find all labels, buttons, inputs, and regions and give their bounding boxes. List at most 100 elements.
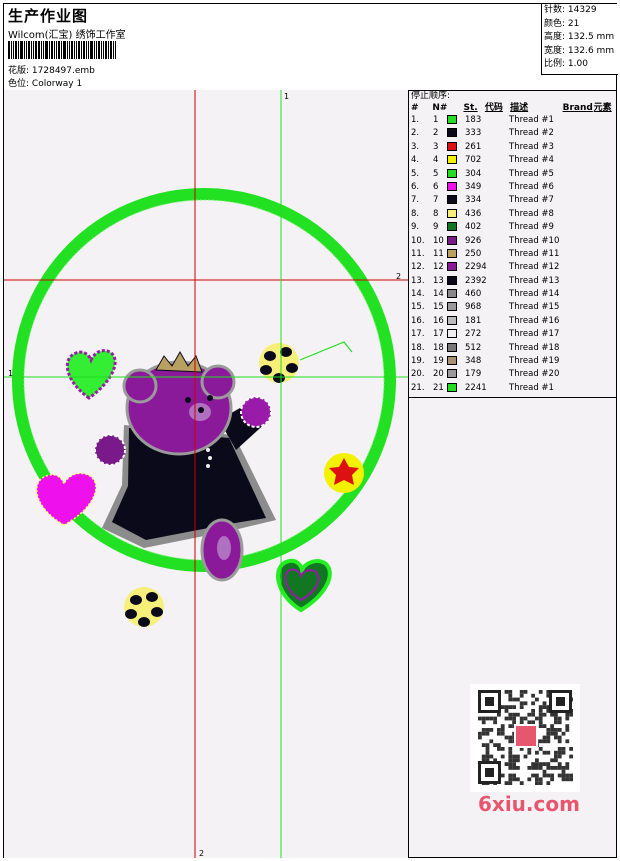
colorway-line: 色位: Colorway 1	[8, 76, 82, 89]
row-number: 21	[433, 382, 444, 393]
row-number: 19	[433, 356, 444, 367]
color-swatch	[447, 141, 465, 154]
row-number: 5	[433, 168, 439, 179]
row-number: 3	[433, 141, 439, 152]
row-number: 8	[433, 208, 439, 219]
color-swatch	[447, 275, 465, 288]
row-description: Thread #17	[509, 329, 560, 340]
design-canvas[interactable]: 1 2 1 2	[4, 90, 409, 858]
row-description: Thread #18	[509, 342, 560, 353]
color-swatch	[447, 208, 465, 221]
row-number: 14	[433, 289, 444, 300]
table-row: 14. 14 460 Thread #14	[409, 288, 617, 301]
row-index: 19.	[411, 356, 425, 367]
row-stitches: 334	[465, 195, 482, 206]
table-header: # N# St. 代码 描述 Brand 元素	[411, 103, 612, 113]
color-swatch	[447, 127, 465, 140]
stat-stitches: 针数: 14329	[544, 5, 597, 15]
row-index: 21.	[411, 382, 425, 393]
color-swatch	[447, 221, 465, 234]
color-swatch	[447, 248, 465, 261]
row-index: 13.	[411, 275, 425, 286]
row-index: 6.	[411, 181, 420, 192]
row-description: Thread #4	[509, 155, 554, 166]
stop-sequence-title: 停止顺序:	[411, 91, 451, 101]
row-description: Thread #12	[509, 262, 560, 273]
color-swatch	[447, 301, 465, 314]
row-stitches: 512	[465, 342, 482, 353]
color-swatch	[447, 181, 465, 194]
row-index: 12.	[411, 262, 425, 273]
table-row: 17. 17 272 Thread #17	[409, 328, 617, 341]
table-row: 19. 19 348 Thread #19	[409, 355, 617, 368]
heart-green	[65, 349, 117, 400]
row-stitches: 460	[465, 289, 482, 300]
row-stitches: 702	[465, 155, 482, 166]
table-row: 16. 16 181 Thread #16	[409, 315, 617, 328]
row-index: 15.	[411, 302, 425, 313]
guide-label-top: 1	[284, 92, 289, 101]
row-stitches: 179	[465, 369, 482, 380]
table-row: 2. 2 333 Thread #2	[409, 127, 617, 140]
table-row: 15. 15 968 Thread #15	[409, 301, 617, 314]
table-row: 20. 20 179 Thread #20	[409, 368, 617, 381]
row-stitches: 304	[465, 168, 482, 179]
row-stitches: 181	[465, 315, 482, 326]
row-stitches: 436	[465, 208, 482, 219]
row-number: 16	[433, 315, 444, 326]
row-description: Thread #1	[509, 382, 554, 393]
row-index: 14.	[411, 289, 425, 300]
stat-height: 高度: 132.5 mm	[544, 32, 615, 42]
colorway-label: 色位:	[8, 79, 30, 89]
row-stitches: 968	[465, 302, 482, 313]
company-name: Wilcom(汇宝) 绣饰工作室	[8, 30, 126, 41]
row-description: Thread #8	[509, 208, 554, 219]
row-description: Thread #11	[509, 248, 560, 259]
guide-label-bottom: 2	[199, 849, 204, 858]
row-description: Thread #9	[509, 222, 554, 233]
row-description: Thread #20	[509, 369, 560, 380]
stat-colors: 颜色: 21	[544, 18, 580, 29]
row-description: Thread #13	[509, 275, 560, 286]
stat-scale: 比例: 1.00	[544, 59, 588, 69]
row-index: 9.	[411, 222, 420, 233]
table-row: 9. 9 402 Thread #9	[409, 221, 617, 234]
row-number: 11	[433, 248, 444, 259]
row-stitches: 2392	[465, 275, 487, 286]
table-body: 1. 1 183 Thread #1 2. 2 333 Thread #2 3. 3 261 Thre…	[409, 114, 617, 395]
color-swatch	[447, 382, 465, 395]
travel-stitch	[299, 341, 353, 361]
design-value: 1728497.emb	[31, 66, 95, 76]
color-swatch	[447, 235, 465, 248]
row-stitches: 333	[465, 128, 482, 139]
color-swatch	[447, 315, 465, 328]
table-row: 7. 7 334 Thread #7	[409, 194, 617, 207]
table-row: 6. 6 349 Thread #6	[409, 181, 617, 194]
row-number: 12	[433, 262, 444, 273]
row-index: 18.	[411, 342, 425, 353]
table-row: 3. 3 261 Thread #3	[409, 141, 617, 154]
watermark-logo: 6xiu.com	[478, 792, 580, 816]
row-stitches: 2241	[465, 382, 487, 393]
row-number: 6	[433, 181, 439, 192]
stat-width: 宽度: 132.6 mm	[544, 45, 615, 56]
row-description: Thread #19	[509, 356, 560, 367]
flower-bottom	[124, 587, 164, 627]
colorway-value: Colorway 1	[31, 79, 83, 89]
row-description: Thread #3	[509, 141, 554, 152]
color-swatch	[447, 355, 465, 368]
row-index: 7.	[411, 195, 420, 206]
guide-label-right-red: 2	[396, 272, 401, 281]
color-swatch	[447, 328, 465, 341]
qr-code	[470, 684, 580, 792]
color-swatch	[447, 194, 465, 207]
color-swatch	[447, 168, 465, 181]
row-description: Thread #16	[509, 315, 560, 326]
row-index: 8.	[411, 208, 420, 219]
row-stitches: 348	[465, 356, 482, 367]
production-sheet: 生产作业图 Wilcom(汇宝) 绣饰工作室 花版: 1728497.emb 色…	[3, 3, 618, 858]
row-stitches: 926	[465, 235, 482, 246]
row-number: 9	[433, 222, 439, 233]
table-row: 12. 12 2294 Thread #12	[409, 261, 617, 274]
color-swatch	[447, 342, 465, 355]
